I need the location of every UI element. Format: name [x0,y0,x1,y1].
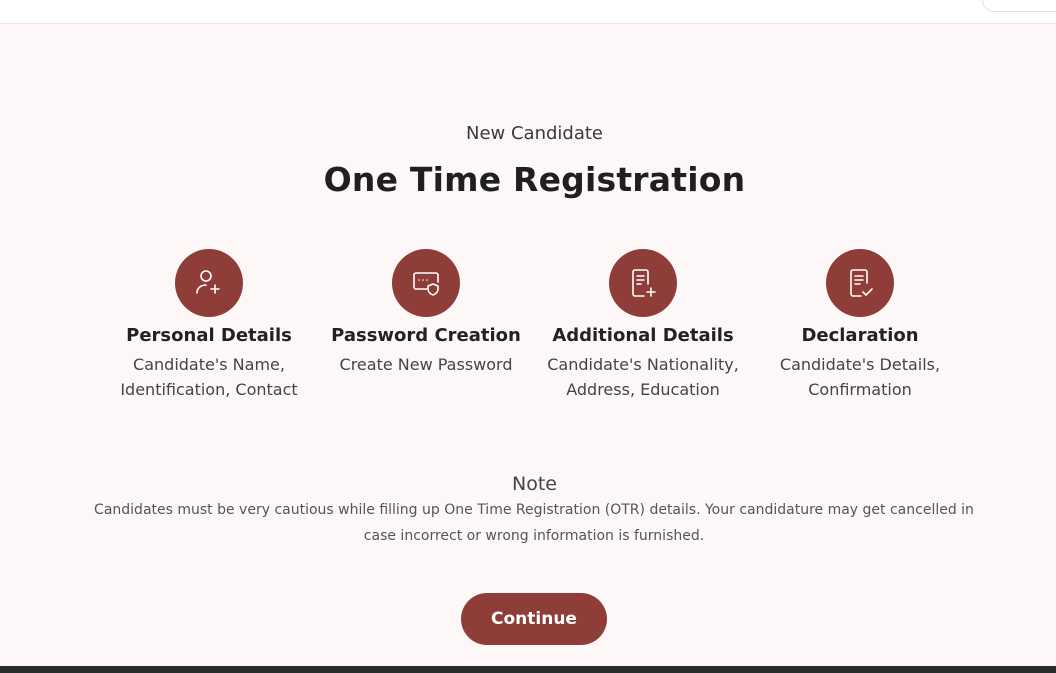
step-password-creation: Password Creation Create New Password [316,249,536,377]
step-description: Candidate's Nationality, Address, Educat… [547,355,739,399]
step-personal-details: Personal Details Candidate's Name, Ident… [99,249,319,402]
step-description: Candidate's Name, Identification, Contac… [120,355,298,399]
step-title: Declaration [801,325,919,346]
step-title: Additional Details [552,325,734,346]
document-check-icon [826,249,894,317]
user-plus-icon [175,249,243,317]
top-bar-control[interactable] [982,0,1056,12]
step-title: Personal Details [126,325,292,346]
top-bar [0,0,1056,24]
step-title: Password Creation [331,325,521,346]
continue-button[interactable]: Continue [461,593,607,645]
page-subtitle: New Candidate [465,123,603,144]
note-title: Note [512,473,557,495]
step-additional-details: Additional Details Candidate's Nationali… [533,249,753,402]
page-title: One Time Registration [323,160,746,199]
password-shield-icon [392,249,460,317]
step-description: Create New Password [339,355,513,374]
document-add-icon [609,249,677,317]
step-declaration: Declaration Candidate's Details, Confirm… [750,249,970,402]
footer-bar [0,666,1056,673]
step-description: Candidate's Details, Confirmation [779,355,941,399]
note-text: Candidates must be very cautious while f… [94,502,974,544]
